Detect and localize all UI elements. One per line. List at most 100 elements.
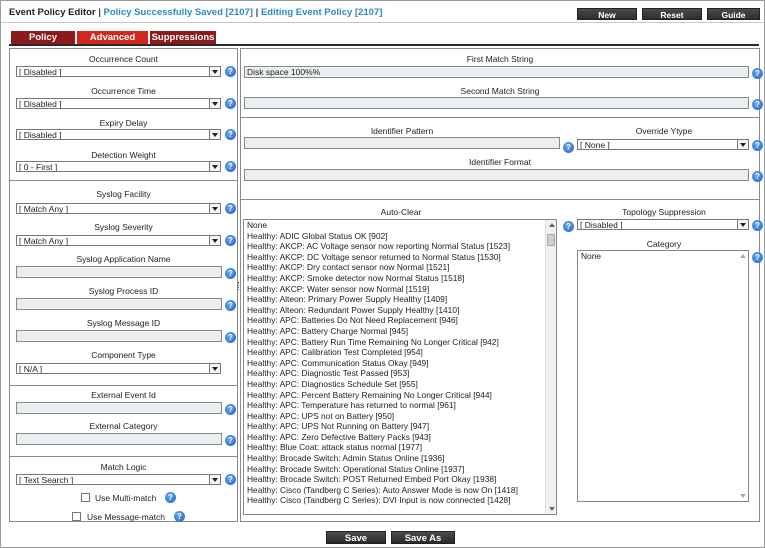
auto-clear-option[interactable]: Healthy: Alteon: Redundant Power Supply … xyxy=(244,305,556,316)
syslog-app-name-input[interactable] xyxy=(16,266,222,278)
reset-button[interactable]: Reset xyxy=(642,8,702,20)
help-icon[interactable]: ? xyxy=(225,268,236,279)
auto-clear-option[interactable]: Healthy: APC: UPS Not Running on Battery… xyxy=(244,421,556,432)
help-icon[interactable]: ? xyxy=(225,474,236,485)
help-icon[interactable]: ? xyxy=(225,435,236,446)
auto-clear-option[interactable]: Healthy: Brocade Switch: POST Returned E… xyxy=(244,474,556,485)
syslog-severity-select[interactable]: [ Match Any ] xyxy=(16,235,221,246)
syslog-facility-value: [ Match Any ] xyxy=(19,204,69,214)
scroll-thumb[interactable] xyxy=(547,234,555,246)
auto-clear-option[interactable]: Healthy: APC: Percent Battery Remaining … xyxy=(244,390,556,401)
help-icon[interactable]: ? xyxy=(563,142,574,153)
override-ytype-value: [ None ] xyxy=(580,140,610,150)
help-icon[interactable]: ? xyxy=(225,129,236,140)
tab-suppressions[interactable]: Suppressions xyxy=(150,31,216,44)
help-icon[interactable]: ? xyxy=(752,220,763,231)
help-icon[interactable]: ? xyxy=(225,300,236,311)
external-category-input[interactable] xyxy=(16,433,222,445)
new-button[interactable]: New xyxy=(577,8,637,20)
help-icon[interactable]: ? xyxy=(752,252,763,263)
syslog-process-id-input[interactable] xyxy=(16,298,222,310)
auto-clear-option[interactable]: Healthy: AKCP: DC Voltage sensor returne… xyxy=(244,252,556,263)
help-icon[interactable]: ? xyxy=(752,140,763,151)
auto-clear-option[interactable]: Healthy: AKCP: Smoke detector now Normal… xyxy=(244,273,556,284)
syslog-message-id-input[interactable] xyxy=(16,330,222,342)
chevron-down-icon xyxy=(209,162,220,171)
identifier-format-input[interactable] xyxy=(244,169,749,181)
auto-clear-option[interactable]: Healthy: APC: Diagnostic Test Passed [95… xyxy=(244,368,556,379)
auto-clear-option[interactable]: Healthy: APC: Communication Status Okay … xyxy=(244,358,556,369)
occurrence-count-select[interactable]: [ Disabled ] xyxy=(16,66,221,77)
help-icon[interactable]: ? xyxy=(174,511,185,522)
auto-clear-option[interactable]: Healthy: Brocade Switch: Operational Sta… xyxy=(244,464,556,475)
category-scrollbar[interactable] xyxy=(737,251,748,501)
scroll-up-icon[interactable] xyxy=(549,223,555,227)
category-option[interactable]: None xyxy=(578,251,748,262)
auto-clear-option[interactable]: Healthy: APC: Battery Run Time Remaining… xyxy=(244,337,556,348)
auto-clear-option[interactable]: Healthy: APC: Diagnostics Schedule Set [… xyxy=(244,379,556,390)
help-icon[interactable]: ? xyxy=(165,492,176,503)
auto-clear-option[interactable]: Healthy: Alteon: Primary Power Supply He… xyxy=(244,294,556,305)
scroll-up-icon[interactable] xyxy=(740,254,746,258)
auto-clear-option[interactable]: Healthy: Blue Coat: attack status normal… xyxy=(244,442,556,453)
auto-clear-option[interactable]: Healthy: APC: Calibration Test Completed… xyxy=(244,347,556,358)
save-button[interactable]: Save xyxy=(326,531,386,544)
auto-clear-option[interactable]: Healthy: APC: Zero Defective Battery Pac… xyxy=(244,432,556,443)
chevron-down-icon xyxy=(209,204,220,213)
auto-clear-option[interactable]: Healthy: ADIC Global Status OK [902] xyxy=(244,231,556,242)
help-icon[interactable]: ? xyxy=(225,66,236,77)
override-ytype-select[interactable]: [ None ] xyxy=(577,139,749,150)
auto-clear-option[interactable]: Healthy: AKCP: Dry contact sensor now No… xyxy=(244,262,556,273)
auto-clear-option[interactable]: Healthy: APC: Temperature has returned t… xyxy=(244,400,556,411)
first-match-label: First Match String xyxy=(466,54,534,64)
expiry-delay-label: Expiry Delay xyxy=(99,118,148,128)
help-icon[interactable]: ? xyxy=(225,98,236,109)
help-icon[interactable]: ? xyxy=(752,68,763,79)
scroll-down-icon[interactable] xyxy=(549,507,555,511)
tab-advanced[interactable]: Advanced xyxy=(77,31,148,44)
guide-button[interactable]: Guide xyxy=(707,8,760,20)
help-icon[interactable]: ? xyxy=(752,171,763,182)
scroll-down-icon[interactable] xyxy=(740,494,746,498)
help-icon[interactable]: ? xyxy=(225,404,236,415)
detection-weight-select[interactable]: [ 0 - First ] xyxy=(16,161,221,172)
syslog-severity-value: [ Match Any ] xyxy=(19,236,69,246)
first-match-input[interactable]: Disk space 100%% xyxy=(244,66,749,78)
help-icon[interactable]: ? xyxy=(225,235,236,246)
occurrence-count-value: [ Disabled ] xyxy=(19,67,62,77)
auto-clear-option[interactable]: Healthy: Brocade Switch: Admin Status On… xyxy=(244,453,556,464)
help-icon[interactable]: ? xyxy=(225,203,236,214)
topology-suppression-label: Topology Suppression xyxy=(622,207,706,217)
occurrence-count-label: Occurrence Count xyxy=(89,54,158,64)
component-type-select[interactable]: [ N/A ] xyxy=(16,363,221,374)
syslog-facility-select[interactable]: [ Match Any ] xyxy=(16,203,221,214)
auto-clear-option[interactable]: None xyxy=(244,220,556,231)
save-as-button[interactable]: Save As xyxy=(391,531,455,544)
topology-suppression-select[interactable]: [ Disabled ] xyxy=(577,219,749,230)
title-bar: Event Policy Editor | Policy Successfull… xyxy=(1,1,764,23)
external-event-id-input[interactable] xyxy=(16,402,222,414)
second-match-input[interactable] xyxy=(244,97,749,109)
help-icon[interactable]: ? xyxy=(563,221,574,232)
auto-clear-list[interactable]: None Healthy: ADIC Global Status OK [902]… xyxy=(243,219,557,515)
auto-clear-option[interactable]: Healthy: Cisco (Tandberg C Series): Auto… xyxy=(244,485,556,496)
auto-clear-option[interactable]: Healthy: Cisco (Tandberg C Series): DVI … xyxy=(244,495,556,506)
expiry-delay-select[interactable]: [ Disabled ] xyxy=(16,129,221,140)
occurrence-time-select[interactable]: [ Disabled ] xyxy=(16,98,221,109)
auto-clear-option[interactable]: Healthy: APC: Batteries Do Not Need Repl… xyxy=(244,315,556,326)
auto-clear-option[interactable]: Healthy: APC: UPS not on Battery [950] xyxy=(244,411,556,422)
auto-clear-option[interactable]: Healthy: AKCP: Water sensor now Normal [… xyxy=(244,284,556,295)
auto-clear-option[interactable]: Healthy: APC: Battery Charge Normal [945… xyxy=(244,326,556,337)
category-list[interactable]: None xyxy=(577,250,749,502)
tab-policy[interactable]: Policy xyxy=(11,31,75,44)
use-message-match-checkbox[interactable] xyxy=(72,512,81,521)
external-category-label: External Category xyxy=(89,421,158,431)
help-icon[interactable]: ? xyxy=(225,161,236,172)
use-multi-match-checkbox[interactable] xyxy=(81,493,90,502)
help-icon[interactable]: ? xyxy=(752,99,763,110)
help-icon[interactable]: ? xyxy=(225,332,236,343)
auto-clear-scrollbar[interactable] xyxy=(545,220,556,514)
identifier-pattern-input[interactable] xyxy=(244,137,560,149)
match-logic-select[interactable]: [ Text Search ] xyxy=(16,474,221,485)
auto-clear-option[interactable]: Healthy: AKCP: AC Voltage sensor now rep… xyxy=(244,241,556,252)
